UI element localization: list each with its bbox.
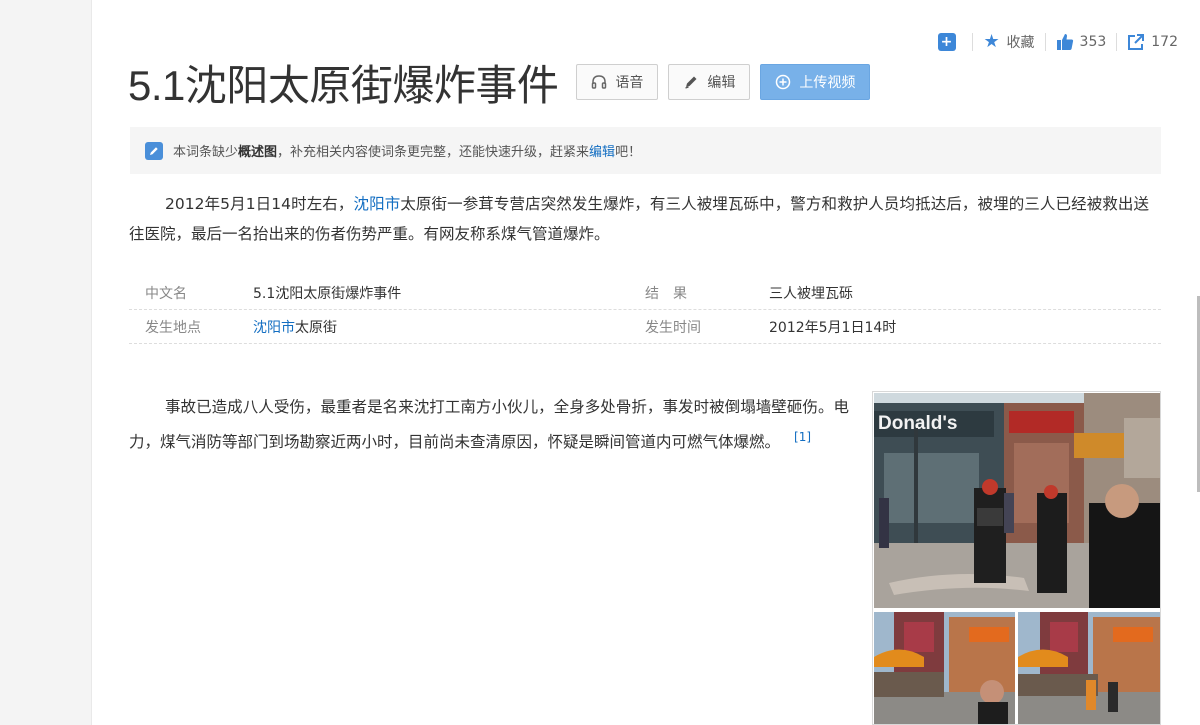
add-to-list-button[interactable]: + — [928, 33, 972, 51]
notice-bold: 概述图 — [238, 145, 278, 160]
page-title: 5.1沈阳太原街爆炸事件 — [128, 61, 559, 109]
notice-text-3: 吧！ — [615, 145, 642, 160]
thumbs-up-icon — [1056, 33, 1074, 51]
citation-link[interactable]: [1] — [794, 430, 811, 444]
basic-info-table: 中文名 5.1沈阳太原街爆炸事件 结 果 三人被埋瓦砾 发生地点 沈阳市太原街 … — [129, 276, 1161, 344]
shenyang-link[interactable]: 沈阳市 — [354, 195, 401, 213]
missing-image-notice: 本词条缺少 概述图 ，补充相关内容使词条更完整，还能快速升级，赶紧来 编辑 吧！ — [130, 127, 1161, 174]
edit-button[interactable]: 编辑 — [668, 64, 751, 100]
body-text: 事故已造成八人受伤，最重者是名来沈打工南方小伙儿，全身多处骨折，事发时被倒塌墙壁… — [129, 398, 849, 452]
info-row: 发生地点 沈阳市太原街 发生时间 2012年5月1日14时 — [129, 310, 1161, 344]
notice-text-2: ，补充相关内容使词条更完整，还能快速升级，赶紧来 — [277, 145, 590, 160]
info-name: 中文名 — [145, 285, 187, 302]
notice-text-1: 本词条缺少 — [173, 145, 239, 160]
upload-video-label: 上传视频 — [799, 75, 856, 91]
info-value: 沈阳市太原街 — [253, 317, 645, 337]
info-name: 结 果 — [645, 285, 687, 302]
like-count: 353 — [1079, 34, 1107, 50]
upload-plus-icon — [775, 74, 791, 90]
headphones-icon — [591, 74, 607, 90]
location-link[interactable]: 沈阳市 — [253, 320, 295, 336]
notice-edit-link[interactable]: 编辑 — [589, 141, 615, 160]
favorite-button[interactable]: ★ 收藏 — [973, 32, 1045, 52]
share-icon — [1127, 33, 1145, 51]
plus-square-icon: + — [937, 33, 956, 51]
star-icon: ★ — [983, 31, 1000, 52]
main-photo[interactable]: Donald's — [874, 393, 1160, 608]
summary-text-1: 2012年5月1日14时左右， — [165, 195, 354, 213]
thumbnail-photo[interactable] — [1018, 612, 1160, 725]
info-row: 中文名 5.1沈阳太原街爆炸事件 结 果 三人被埋瓦砾 — [129, 276, 1161, 310]
voice-button[interactable]: 语音 — [576, 64, 659, 100]
like-button[interactable]: 353 — [1046, 33, 1117, 51]
body-paragraph: 事故已造成八人受伤，最重者是名来沈打工南方小伙儿，全身多处骨折，事发时被倒塌墙壁… — [129, 392, 849, 457]
info-value: 5.1沈阳太原街爆炸事件 — [253, 285, 402, 302]
info-name: 发生地点 — [145, 319, 201, 336]
favorite-label: 收藏 — [1006, 35, 1035, 51]
share-button[interactable]: 172 — [1117, 33, 1188, 51]
title-row: 5.1沈阳太原街爆炸事件 语音 编辑 上传视频 — [128, 56, 880, 109]
info-name: 发生时间 — [645, 319, 701, 336]
upload-video-button[interactable]: 上传视频 — [760, 64, 871, 100]
location-rest: 太原街 — [295, 319, 337, 336]
info-value: 三人被埋瓦砾 — [769, 285, 853, 302]
edit-label: 编辑 — [707, 75, 736, 91]
thumbnail-photo[interactable] — [874, 612, 1015, 725]
left-gutter — [0, 0, 92, 725]
info-value: 2012年5月1日14时 — [769, 319, 897, 336]
voice-label: 语音 — [615, 75, 644, 91]
pencil-icon — [683, 74, 699, 90]
share-count: 172 — [1151, 34, 1178, 50]
stats-toolbar: + ★ 收藏 353 172 — [928, 30, 1188, 54]
summary-paragraph: 2012年5月1日14时左右，沈阳市太原街一参茸专营店突然发生爆炸，有三人被埋瓦… — [129, 189, 1149, 249]
photo-album[interactable]: Donald's — [872, 391, 1161, 725]
edit-icon — [145, 141, 163, 160]
